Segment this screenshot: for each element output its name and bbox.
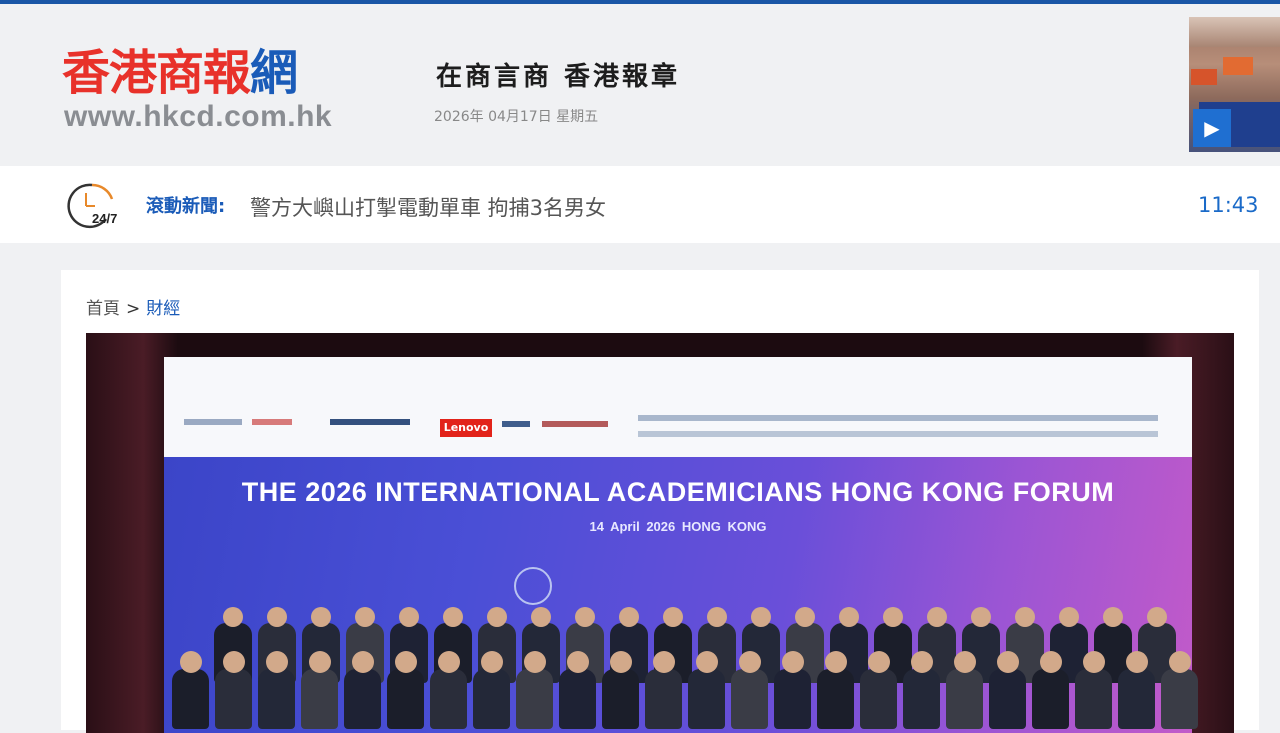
person-silhouette [645, 669, 682, 729]
person-head [308, 651, 331, 673]
person-silhouette [387, 669, 424, 729]
person-head [399, 607, 419, 627]
ferris-wheel-graphic [514, 567, 552, 605]
person-head [867, 651, 890, 673]
person-head [910, 651, 933, 673]
logo-text: 香港商報網 [62, 45, 298, 101]
current-date: 2026年 04月17日 星期五 [434, 109, 599, 125]
person-head [953, 651, 976, 673]
person-head [179, 651, 202, 673]
person-silhouette [774, 669, 811, 729]
person-silhouette [172, 669, 209, 729]
person-head [394, 651, 417, 673]
person-head [663, 607, 683, 627]
person-head [927, 607, 947, 627]
forum-date-location: 14 April 2026 HONG KONG [589, 519, 767, 534]
person-head [781, 651, 804, 673]
breadcrumb: 首頁 > 財經 [86, 294, 180, 319]
breadcrumb-home-link[interactable]: 首頁 [86, 299, 120, 319]
person-head [443, 607, 463, 627]
person-head [566, 651, 589, 673]
logo-url: www.hkcd.com.hk [64, 100, 333, 133]
person-silhouette [903, 669, 940, 729]
person-head [1103, 607, 1123, 627]
person-silhouette [989, 669, 1026, 729]
ticker-time: 11:43 [1198, 193, 1259, 217]
person-silhouette [473, 669, 510, 729]
play-icon[interactable]: ▶ [1193, 109, 1231, 147]
person-head [265, 651, 288, 673]
svg-text:24/7: 24/7 [92, 211, 117, 226]
person-silhouette [258, 669, 295, 729]
person-head [480, 651, 503, 673]
person-head [1147, 607, 1167, 627]
person-silhouette [215, 669, 252, 729]
person-silhouette [344, 669, 381, 729]
person-head [971, 607, 991, 627]
person-silhouette [559, 669, 596, 729]
news-ticker: 24/7 滾動新聞: 警方大嶼山打掣電動單車 拘捕3名男女 11:43 [0, 166, 1280, 243]
person-head [839, 607, 859, 627]
person-head [707, 607, 727, 627]
person-silhouette [688, 669, 725, 729]
person-head [311, 607, 331, 627]
person-silhouette [817, 669, 854, 729]
person-silhouette [731, 669, 768, 729]
person-head [1168, 651, 1191, 673]
person-head [437, 651, 460, 673]
person-head [609, 651, 632, 673]
person-head [1015, 607, 1035, 627]
person-head [1082, 651, 1105, 673]
person-head [824, 651, 847, 673]
person-head [531, 607, 551, 627]
person-head [523, 651, 546, 673]
clock-24-7-icon: 24/7 [62, 179, 128, 231]
person-head [795, 607, 815, 627]
person-silhouette [516, 669, 553, 729]
person-silhouette [602, 669, 639, 729]
person-head [652, 651, 675, 673]
site-header: 香港商報網 www.hkcd.com.hk 在商言商 香港報章 2026年 04… [0, 4, 1280, 165]
person-silhouette [301, 669, 338, 729]
lenovo-logo: Lenovo [440, 419, 492, 437]
video-thumbnail[interactable]: ▶ [1189, 17, 1280, 152]
article-photo: Lenovo THE 2026 INTERNATIONAL ACADEMICIA… [86, 333, 1234, 733]
person-head [883, 607, 903, 627]
person-silhouette [430, 669, 467, 729]
person-silhouette [860, 669, 897, 729]
person-head [619, 607, 639, 627]
person-head [575, 607, 595, 627]
forum-backdrop: Lenovo THE 2026 INTERNATIONAL ACADEMICIA… [164, 357, 1198, 733]
person-head [351, 651, 374, 673]
forum-banner: THE 2026 INTERNATIONAL ACADEMICIANS HONG… [164, 457, 1198, 733]
person-silhouette [1075, 669, 1112, 729]
ticker-headline-link[interactable]: 警方大嶼山打掣電動單車 拘捕3名男女 [250, 192, 606, 222]
site-logo[interactable]: 香港商報網 www.hkcd.com.hk [62, 42, 372, 137]
forum-title: THE 2026 INTERNATIONAL ACADEMICIANS HONG… [241, 477, 1115, 507]
person-head [1059, 607, 1079, 627]
person-head [355, 607, 375, 627]
breadcrumb-separator: > [126, 299, 141, 319]
person-silhouette [1161, 669, 1198, 729]
person-head [751, 607, 771, 627]
person-silhouette [1118, 669, 1155, 729]
person-head [1039, 651, 1062, 673]
person-head [738, 651, 761, 673]
ticker-label: 滾動新聞: [146, 196, 226, 217]
person-silhouette [946, 669, 983, 729]
article-card: 首頁 > 財經 Lenovo THE 2026 INTERNATIONAL ACAD… [61, 270, 1259, 733]
person-head [996, 651, 1019, 673]
person-silhouette [1032, 669, 1069, 729]
person-head [1125, 651, 1148, 673]
person-head [487, 607, 507, 627]
person-head [695, 651, 718, 673]
breadcrumb-finance-link[interactable]: 財經 [146, 299, 180, 319]
group-photo-people [164, 607, 1198, 733]
person-head [222, 651, 245, 673]
person-head [223, 607, 243, 627]
site-slogan: 在商言商 香港報章 [436, 62, 681, 92]
person-head [267, 607, 287, 627]
sponsor-strip: Lenovo [164, 357, 1192, 457]
